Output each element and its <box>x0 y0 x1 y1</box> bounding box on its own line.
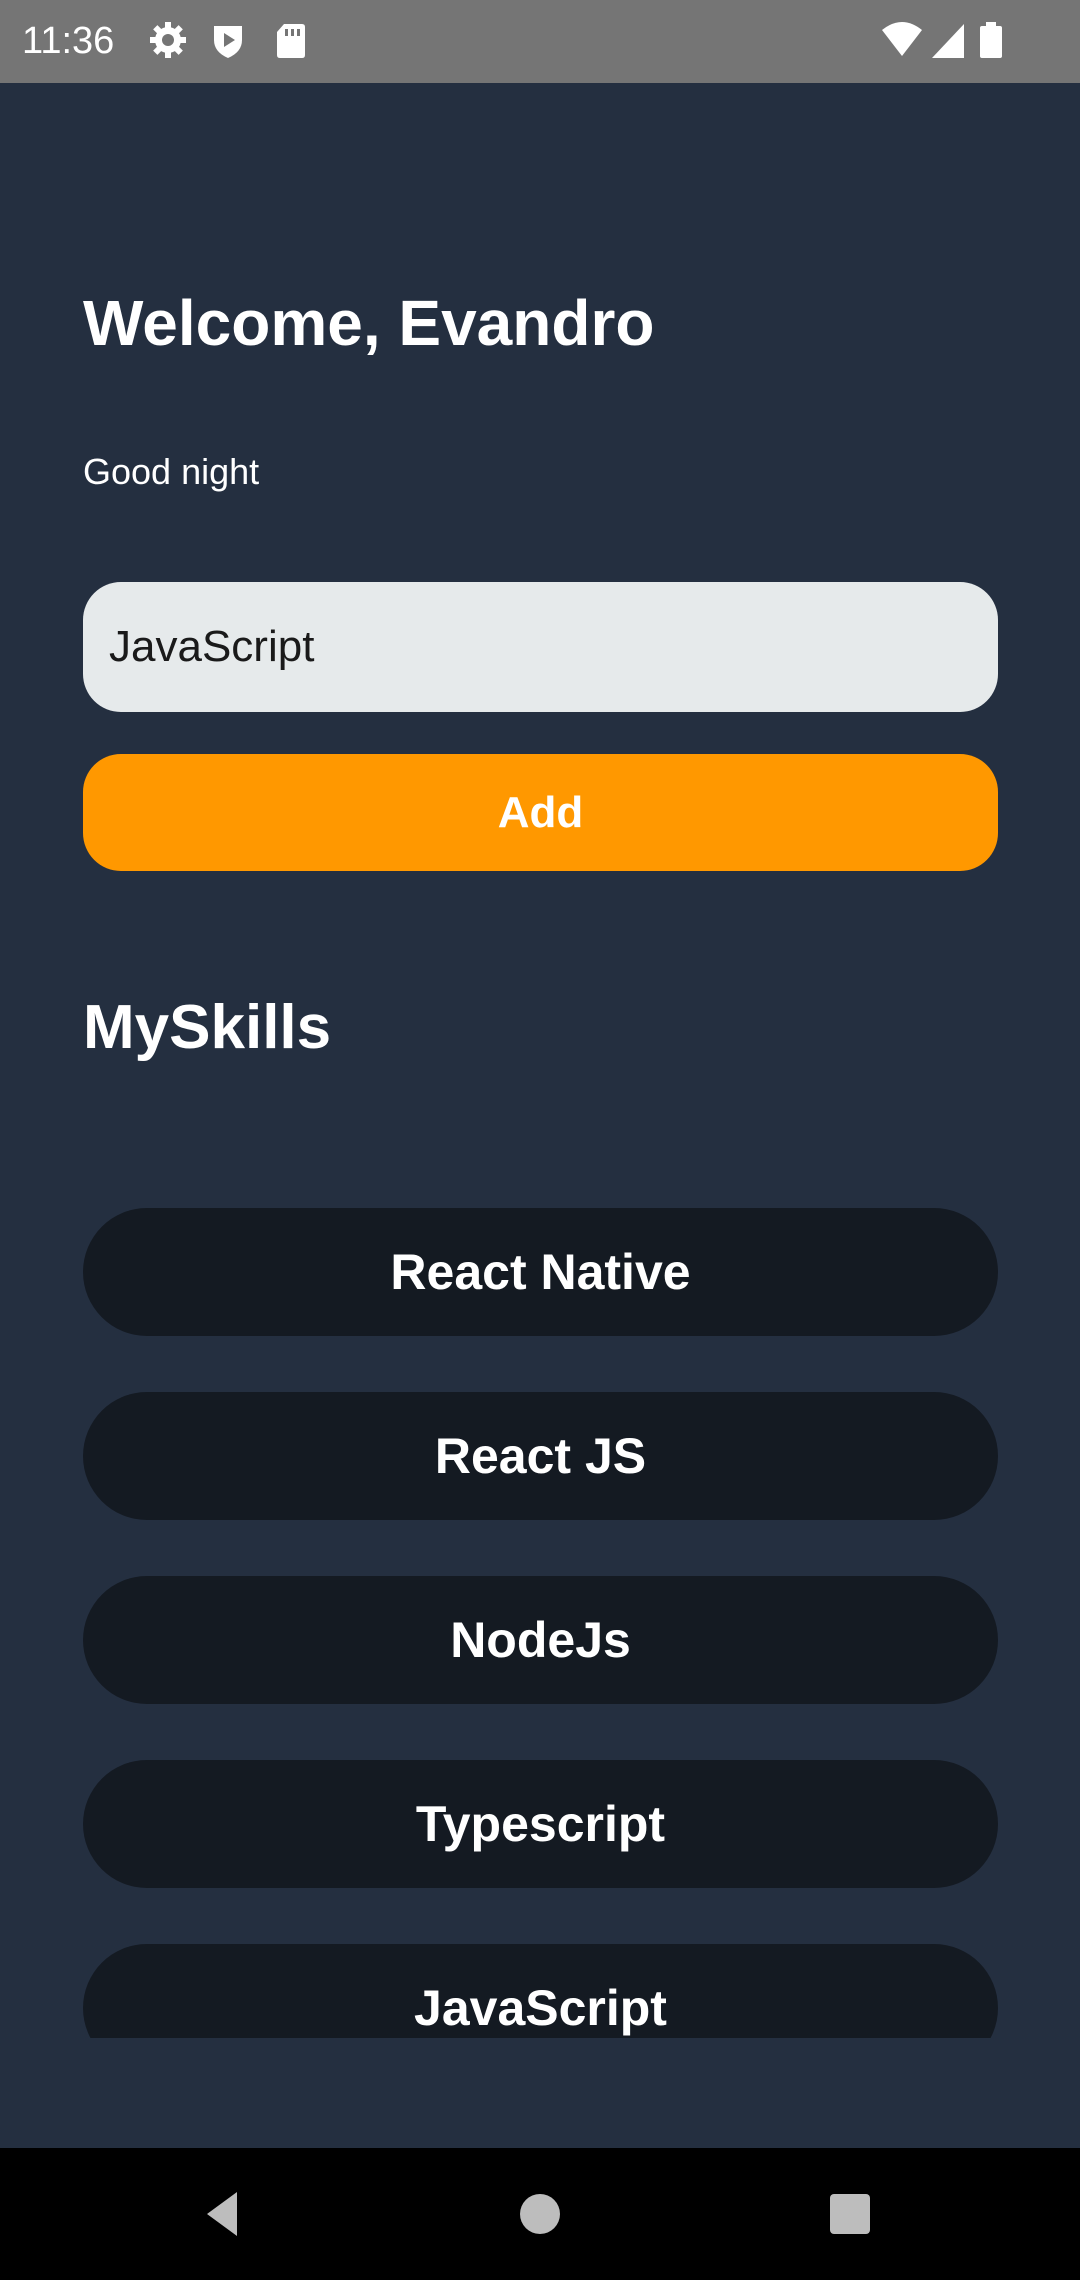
back-icon[interactable] <box>185 2174 265 2254</box>
skills-section-title: MySkills <box>83 993 332 1062</box>
skill-label: NodeJs <box>450 1612 631 1668</box>
battery-icon <box>976 20 1006 60</box>
navigation-bar <box>0 2148 1080 2280</box>
gear-icon <box>148 20 188 60</box>
skill-card-typescript[interactable]: Typescript <box>83 1760 998 1888</box>
skill-label: React Native <box>390 1244 691 1300</box>
skill-card-nodejs[interactable]: NodeJs <box>83 1576 998 1704</box>
status-time: 11:36 <box>22 20 115 62</box>
skill-label: React JS <box>434 1428 647 1484</box>
cellular-signal-icon <box>928 20 968 60</box>
app-screen: Welcome, Evandro Good night Add MySkills… <box>0 83 1080 2148</box>
skills-list[interactable]: React Native React JS NodeJs Typescript … <box>83 1208 998 2038</box>
shield-play-icon <box>208 20 248 60</box>
skill-label: Typescript <box>415 1796 666 1852</box>
skill-input[interactable] <box>83 582 998 712</box>
status-bar: 11:36 <box>0 0 1080 83</box>
home-icon[interactable] <box>500 2174 580 2254</box>
sd-card-icon <box>270 20 310 60</box>
wifi-icon <box>880 20 924 60</box>
welcome-title: Welcome, Evandro <box>83 287 655 359</box>
skill-card-react-native[interactable]: React Native <box>83 1208 998 1336</box>
skill-card-javascript[interactable]: JavaScript <box>83 1944 998 2038</box>
skill-label: JavaScript <box>414 1980 667 2036</box>
recents-icon[interactable] <box>810 2174 890 2254</box>
skill-card-react-js[interactable]: React JS <box>83 1392 998 1520</box>
greeting-text: Good night <box>83 451 260 492</box>
add-button[interactable]: Add <box>83 754 998 871</box>
